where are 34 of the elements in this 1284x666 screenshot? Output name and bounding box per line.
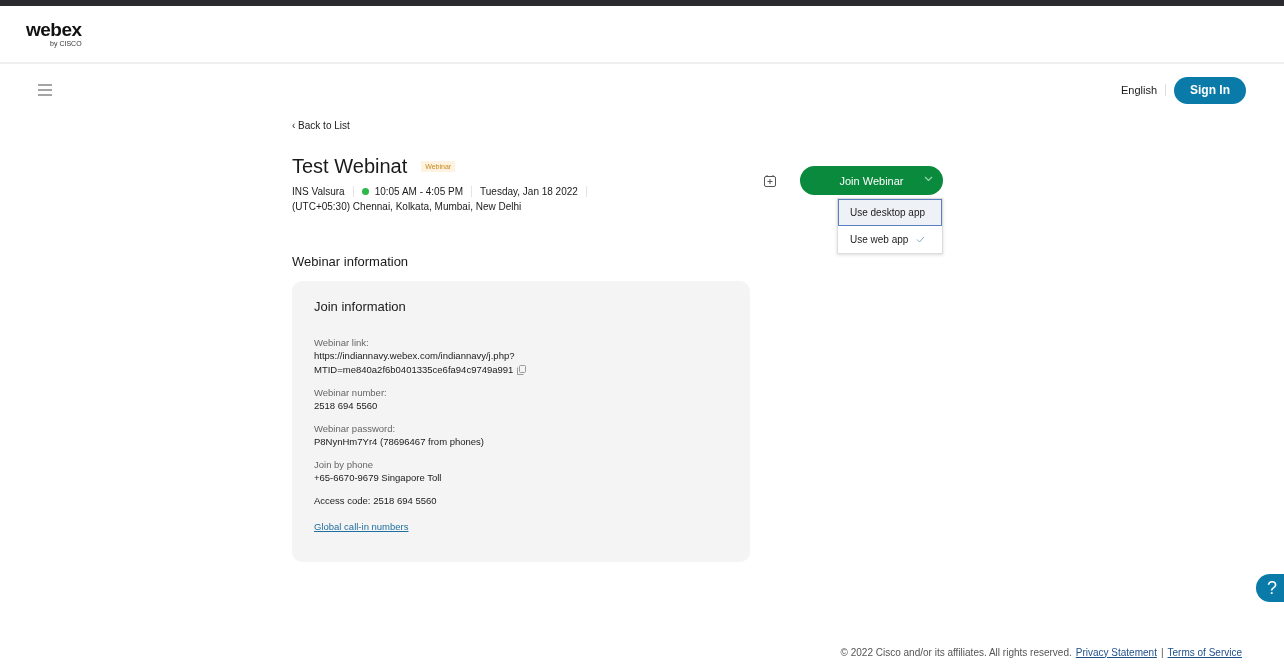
copyright-text: © 2022 Cisco and/or its affiliates. All rights reserved.	[840, 646, 1072, 658]
timezone: (UTC+05:30) Chennai, Kolkata, Mumbai, New Delhi	[292, 201, 523, 212]
help-button[interactable]: ?	[1256, 574, 1284, 602]
field-value: +65-6670-9679 Singapore Toll	[314, 471, 442, 485]
field-label: Join by phone	[314, 458, 375, 471]
privacy-link[interactable]: Privacy Statement	[1075, 646, 1157, 658]
field-value: https://indiannavy.webex.com/indiannavy/j.php?	[314, 349, 515, 363]
language-selector[interactable]: English	[1120, 84, 1166, 96]
field-value: MTID=me840a2f6b0401335ce6fa94c9749a991	[314, 363, 514, 377]
section-title: Webinar information	[292, 254, 410, 269]
copy-icon[interactable]	[517, 365, 527, 375]
sign-in-button[interactable]: Sign In	[1174, 76, 1246, 104]
field-value: P8NynHm7Yr4 (78696467 from phones)	[314, 435, 485, 449]
join-webinar-button[interactable]: Join Webinar	[800, 166, 943, 195]
menu-icon[interactable]	[38, 84, 52, 96]
menu-item[interactable]: Use web app	[838, 226, 942, 253]
call-in-numbers-link[interactable]: Global call-in numbers	[314, 521, 409, 532]
add-to-calendar-icon[interactable]	[764, 175, 776, 187]
host-name: INS Valsura	[292, 186, 354, 197]
field-value: Access code: 2518 694 5560	[314, 494, 437, 508]
field-value: 2518 694 5560	[314, 399, 378, 413]
menu-item[interactable]: Use desktop app	[838, 199, 942, 226]
card-title: Join information	[314, 299, 407, 314]
field-label: Webinar link:	[314, 336, 370, 349]
field-label: Webinar number:	[314, 386, 388, 399]
field-label: Webinar password:	[314, 422, 397, 435]
meeting-title: Test Webinat	[292, 155, 408, 178]
terms-link[interactable]: Terms of Service	[1167, 646, 1242, 658]
meeting-time: 10:05 AM - 4:05 PM	[374, 186, 463, 197]
meeting-date: Tuesday, Jan 18 2022	[472, 186, 587, 197]
check-icon	[916, 236, 926, 243]
back-link[interactable]: ‹ Back to List	[292, 120, 350, 131]
separator: |	[1160, 646, 1164, 658]
chevron-down-icon[interactable]	[924, 176, 933, 182]
